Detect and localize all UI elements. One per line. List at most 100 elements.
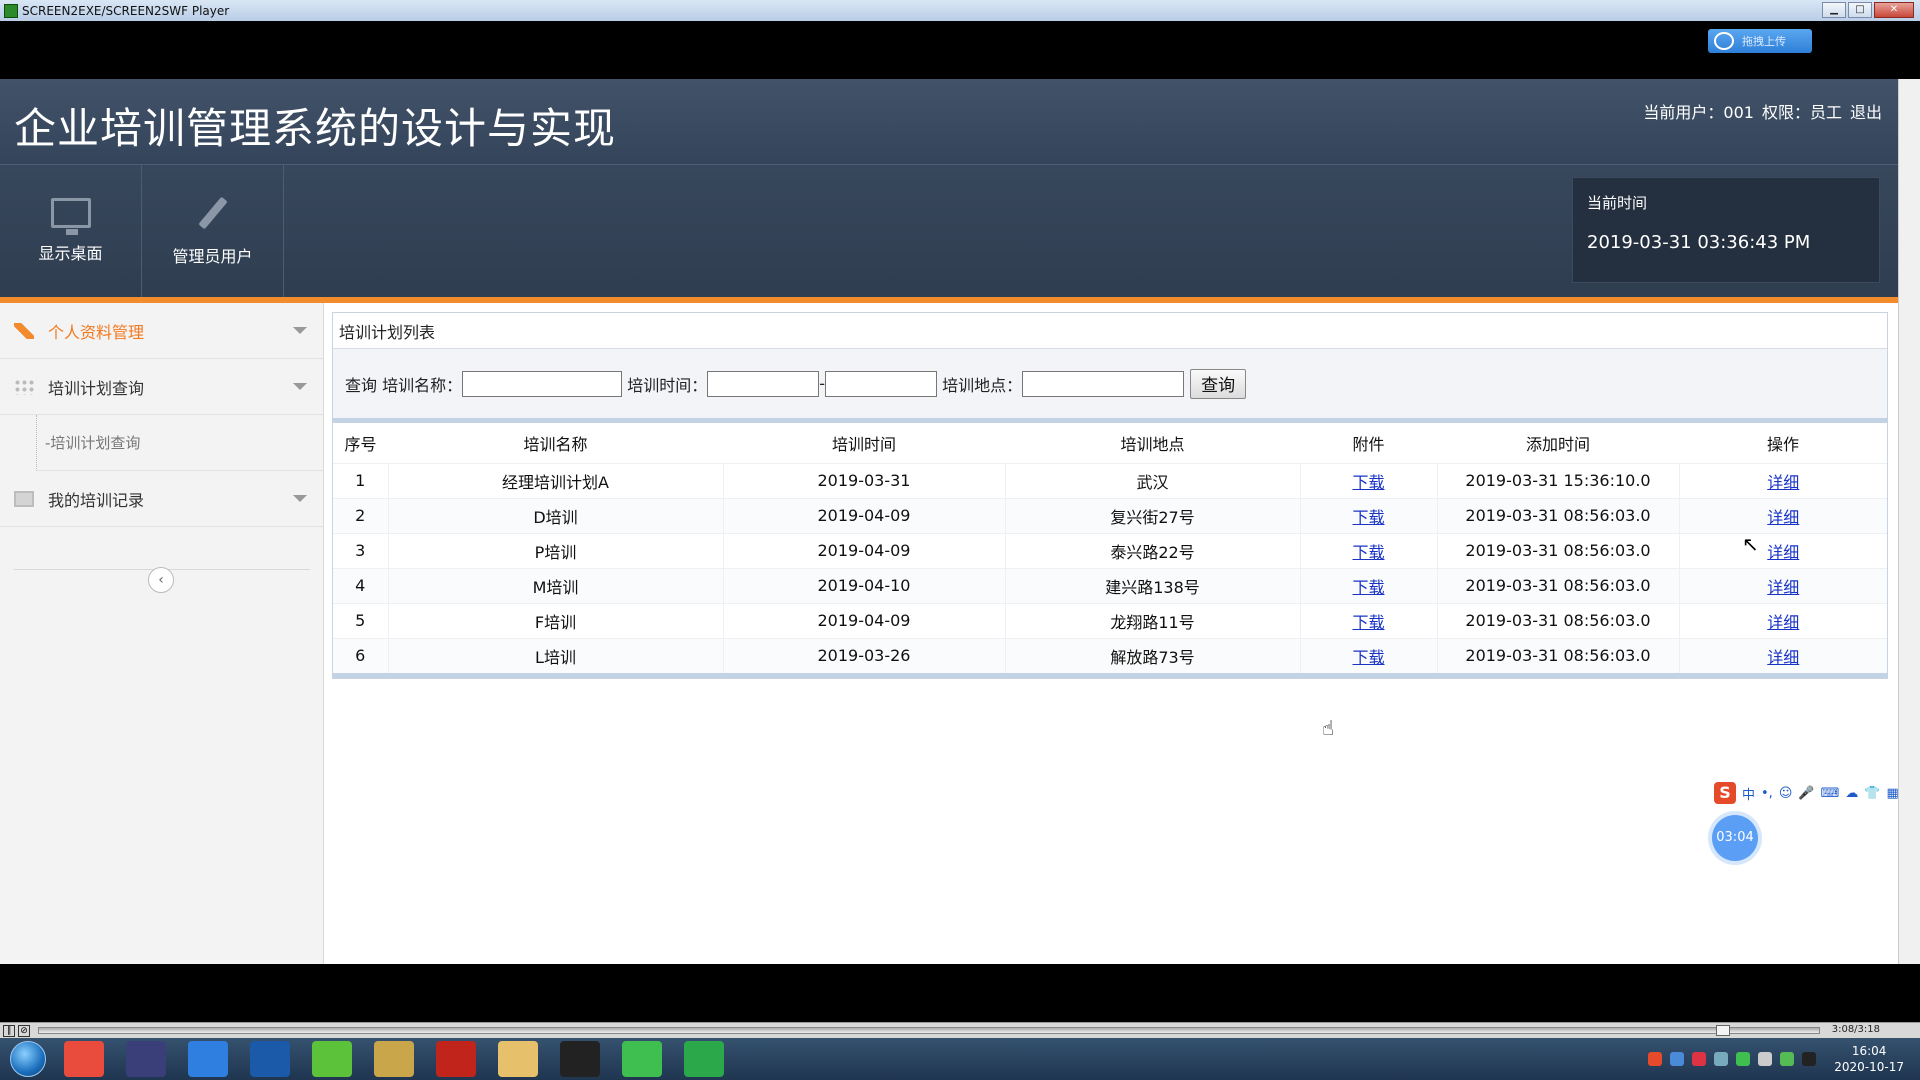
ime-voice-icon[interactable]: 🎤 <box>1798 786 1814 801</box>
column-header: 培训名称 <box>388 423 723 463</box>
app-page: 企业培训管理系统的设计与实现 当前用户：001 权限：员工 退出 显示桌面 管理… <box>0 79 1898 964</box>
ime-skin-icon[interactable]: 👕 <box>1864 786 1880 801</box>
ime-keyboard-icon[interactable]: ⌨ <box>1821 786 1840 801</box>
battery-icon[interactable] <box>1780 1052 1795 1066</box>
folder-icon[interactable] <box>498 1041 538 1077</box>
security-tray-icon[interactable] <box>1692 1052 1707 1066</box>
sidebar-collapse-button[interactable]: ‹ <box>148 567 174 593</box>
table-header-row: 序号 培训名称 培训时间 培训地点 附件 添加时间 操作 <box>333 423 1887 463</box>
table-row: 4 M培训 2019-04-10 建兴路138号 下载 2019-03-31 08:56:… <box>333 567 1887 603</box>
minimize-button[interactable]: ▁ <box>1822 2 1846 18</box>
column-header: 添加时间 <box>1437 423 1679 463</box>
time-label: 培训时间： <box>627 375 708 395</box>
window-titlebar: SCREEN2EXE/SCREEN2SWF Player ▁ □ ✕ <box>0 0 1920 21</box>
download-link[interactable]: 下载 <box>1352 473 1384 492</box>
user-bar: 当前用户：001 权限：员工 退出 <box>1643 99 1882 123</box>
detail-link[interactable]: 详细 <box>1767 473 1799 492</box>
taskbar-clock[interactable]: 16:04 2020-10-17 <box>1834 1043 1904 1075</box>
page-scrollbar[interactable] <box>1898 79 1920 964</box>
admin-user-tile[interactable]: 管理员用户 <box>142 165 284 297</box>
table-cell: 2019-03-31 08:56:03.0 <box>1436 567 1679 603</box>
table-cell: 详细 <box>1678 637 1887 673</box>
logout-link[interactable]: 退出 <box>1850 99 1882 123</box>
time-label: 当前时间 <box>1587 194 1648 212</box>
shield-tray-icon[interactable] <box>1714 1052 1729 1066</box>
table-row: 1 经理培训计划A 2019-03-31 武汉 下载 2019-03-31 15:36:1… <box>333 462 1887 498</box>
detail-link[interactable]: 详细 <box>1767 578 1799 597</box>
baidu-netdisk-icon[interactable] <box>188 1041 228 1077</box>
table-cell: 下载 <box>1299 532 1437 568</box>
maximize-button[interactable]: □ <box>1848 2 1872 18</box>
time-to-input[interactable] <box>825 370 938 397</box>
column-header: 序号 <box>333 423 388 463</box>
main-content: 培训计划列表 查询 培训名称： 培训时间： - 培训地点： 查询 序号 培训名称培… <box>332 312 1888 679</box>
table-cell: 下载 <box>1299 462 1437 498</box>
sogou-ime-icon[interactable]: S <box>1714 782 1736 804</box>
column-header: 操作 <box>1679 423 1887 463</box>
download-link[interactable]: 下载 <box>1352 613 1384 632</box>
player-icon[interactable] <box>684 1041 724 1077</box>
sidebar-item-my-records[interactable]: 我的培训记录 <box>0 471 323 527</box>
table-cell: 建兴路138号 <box>1004 567 1300 603</box>
table-cell: L培训 <box>387 637 723 673</box>
tile-label: 管理员用户 <box>172 247 253 266</box>
wechat-tray-icon[interactable] <box>1736 1052 1751 1066</box>
sidebar-subitem-plan-query[interactable]: -培训计划查询 <box>36 415 323 471</box>
detail-link[interactable]: 详细 <box>1767 508 1799 527</box>
start-button[interactable] <box>10 1041 46 1077</box>
download-link[interactable]: 下载 <box>1352 543 1384 562</box>
chevron-down-icon <box>293 383 307 390</box>
eclipse-icon[interactable] <box>126 1041 166 1077</box>
ime-mode[interactable]: 中 <box>1742 784 1755 803</box>
place-input[interactable] <box>1022 370 1185 397</box>
stop-icon[interactable]: ⊘ <box>18 1024 30 1037</box>
sidebar-item-plan-query[interactable]: 培训计划查询 <box>0 359 323 415</box>
ime-cloud-icon[interactable]: ☁ <box>1845 786 1858 801</box>
download-link[interactable]: 下载 <box>1352 648 1384 667</box>
detail-link[interactable]: 详细 <box>1767 543 1799 562</box>
close-button[interactable]: ✕ <box>1874 2 1914 18</box>
sogou-tray-icon[interactable] <box>1648 1052 1663 1066</box>
volume-icon[interactable] <box>1758 1052 1773 1066</box>
chrome-icon[interactable] <box>64 1041 104 1077</box>
ime-menu-icon[interactable]: ▦ <box>1887 786 1899 801</box>
detail-link[interactable]: 详细 <box>1767 613 1799 632</box>
recording-timer[interactable]: 03:04 <box>1712 815 1758 861</box>
player-top-area <box>0 21 1920 79</box>
qq-icon[interactable] <box>560 1041 600 1077</box>
panel-title: 培训计划列表 <box>333 313 1887 349</box>
table-body: 1 经理培训计划A 2019-03-31 武汉 下载 2019-03-31 15:36:1… <box>333 462 1887 673</box>
chevron-down-icon <box>293 495 307 502</box>
table-cell: 6 <box>333 637 388 673</box>
download-link[interactable]: 下载 <box>1352 578 1384 597</box>
show-desktop-tile[interactable]: 显示桌面 <box>0 165 142 297</box>
progress-track[interactable] <box>38 1027 1820 1034</box>
player-time: 3:08/3:18 <box>1831 1024 1880 1035</box>
ime-punct[interactable]: •, <box>1761 786 1773 801</box>
table-cell: 2019-03-31 15:36:10.0 <box>1436 462 1679 498</box>
sidebar-item-profile[interactable]: 个人资料管理 <box>0 303 323 359</box>
table-cell: 2019-04-09 <box>722 532 1005 568</box>
browser-icon[interactable] <box>250 1041 290 1077</box>
notepad-icon[interactable] <box>374 1041 414 1077</box>
search-button[interactable]: 查询 <box>1190 368 1247 399</box>
upload-button[interactable]: 拖拽上传 <box>1708 29 1812 53</box>
leaf-icon[interactable] <box>312 1041 352 1077</box>
table-cell: 下载 <box>1299 602 1437 638</box>
flash-icon[interactable] <box>436 1041 476 1077</box>
time-from-input[interactable] <box>707 370 820 397</box>
current-user: 当前用户：001 <box>1643 103 1754 122</box>
ime-emoji-icon[interactable]: ☺ <box>1779 786 1793 801</box>
detail-link[interactable]: 详细 <box>1767 648 1799 667</box>
progress-thumb[interactable] <box>1716 1025 1730 1036</box>
download-link[interactable]: 下载 <box>1352 508 1384 527</box>
wechat-icon[interactable] <box>622 1041 662 1077</box>
qq-tray-icon[interactable] <box>1802 1052 1817 1066</box>
name-input[interactable] <box>462 370 623 397</box>
grid-icon <box>14 378 34 395</box>
network-tray-icon[interactable] <box>1670 1052 1685 1066</box>
table-row: 6 L培训 2019-03-26 解放路73号 下载 2019-03-31 08:56:0… <box>333 637 1887 673</box>
pause-icon[interactable]: ∥ <box>3 1024 15 1037</box>
table-cell: 2019-03-31 08:56:03.0 <box>1436 532 1679 568</box>
table-cell: 4 <box>333 567 388 603</box>
